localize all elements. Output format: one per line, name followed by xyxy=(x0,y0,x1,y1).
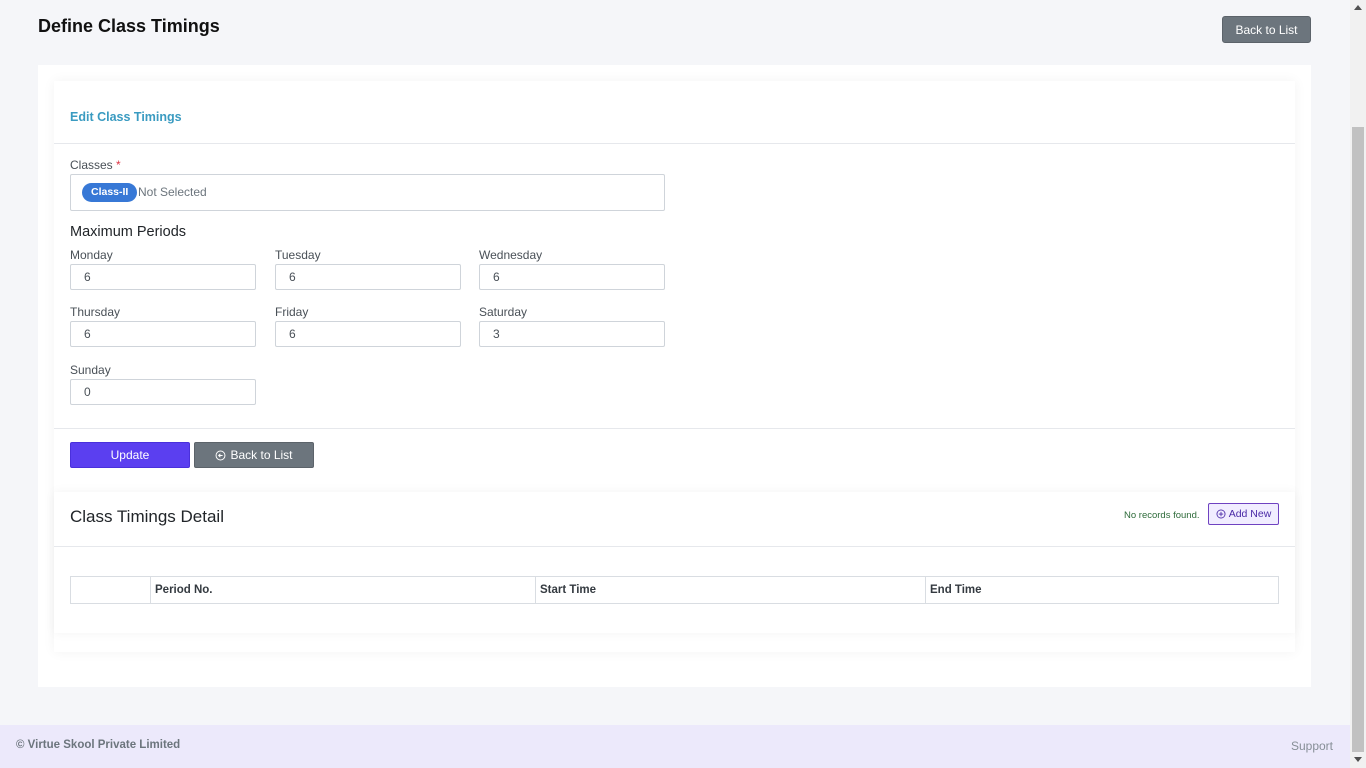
card-header-title: Edit Class Timings xyxy=(70,110,182,124)
vertical-scrollbar[interactable] xyxy=(1350,0,1366,768)
tuesday-label: Tuesday xyxy=(275,248,321,262)
edit-class-timings-card: Edit Class Timings Classes * Class-II No… xyxy=(54,81,1295,652)
form-divider xyxy=(54,428,1295,429)
wednesday-input[interactable]: 6 xyxy=(479,264,665,290)
classes-label: Classes * xyxy=(70,158,121,172)
monday-label: Monday xyxy=(70,248,113,262)
saturday-input[interactable]: 3 xyxy=(479,321,665,347)
wednesday-label: Wednesday xyxy=(479,248,543,262)
friday-input[interactable]: 6 xyxy=(275,321,461,347)
copyright-text: © Virtue Skool Private Limited xyxy=(16,739,181,751)
class-chip[interactable]: Class-II xyxy=(82,183,138,202)
circle-plus-icon xyxy=(1216,509,1226,519)
friday-label: Friday xyxy=(275,305,309,319)
no-records-text: No records found. xyxy=(1124,510,1200,521)
column-header-end-time[interactable]: End Time xyxy=(925,576,1279,604)
form-back-to-list-button[interactable]: Back to List xyxy=(194,442,314,468)
scroll-down-icon[interactable] xyxy=(1354,757,1362,762)
monday-input[interactable]: 6 xyxy=(70,264,256,290)
add-new-label: Add New xyxy=(1228,508,1272,520)
detail-title: Class Timings Detail xyxy=(70,507,224,526)
update-button[interactable]: Update xyxy=(70,442,190,468)
tuesday-input[interactable]: 6 xyxy=(275,264,461,290)
column-header-period-no[interactable]: Period No. xyxy=(150,576,536,604)
saturday-label: Saturday xyxy=(479,305,528,319)
maximum-periods-title: Maximum Periods xyxy=(70,224,187,240)
thursday-input[interactable]: 6 xyxy=(70,321,256,347)
column-header-select xyxy=(70,576,151,604)
classes-multiselect[interactable]: Class-II Not Selected xyxy=(70,174,665,211)
table-header-row: Period No. Start Time End Time xyxy=(70,576,1279,604)
add-new-button[interactable]: Add New xyxy=(1208,503,1279,525)
form-back-to-list-label: Back to List xyxy=(230,448,293,462)
page-title: Define Class Timings xyxy=(38,16,220,36)
scrollbar-thumb[interactable] xyxy=(1352,127,1364,752)
class-timings-table: Period No. Start Time End Time xyxy=(70,576,1279,604)
support-link[interactable]: Support xyxy=(1291,739,1333,753)
sunday-input[interactable]: 0 xyxy=(70,379,256,405)
scroll-up-icon[interactable] xyxy=(1354,5,1362,10)
column-header-start-time[interactable]: Start Time xyxy=(535,576,926,604)
header-divider xyxy=(54,143,1295,144)
back-to-list-button[interactable]: Back to List xyxy=(1222,16,1311,43)
detail-divider xyxy=(54,546,1295,547)
classes-label-text: Classes xyxy=(70,158,113,172)
thursday-label: Thursday xyxy=(70,305,121,319)
main-card: Edit Class Timings Classes * Class-II No… xyxy=(38,65,1311,687)
required-mark: * xyxy=(116,158,121,172)
not-selected-text: Not Selected xyxy=(138,185,207,199)
circle-arrow-left-icon xyxy=(216,450,226,460)
footer: © Virtue Skool Private Limited Support xyxy=(0,725,1350,768)
sunday-label: Sunday xyxy=(70,363,111,377)
class-timings-detail-section: Class Timings Detail No records found. A… xyxy=(54,492,1295,633)
